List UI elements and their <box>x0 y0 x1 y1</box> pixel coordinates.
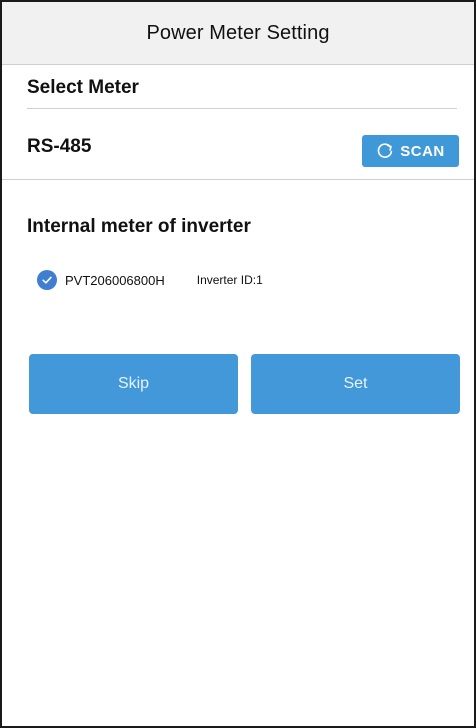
internal-meter-title: Internal meter of inverter <box>27 216 251 237</box>
checkmark-icon[interactable] <box>37 270 57 290</box>
set-button[interactable]: Set <box>251 354 460 414</box>
scan-button[interactable]: SCAN <box>362 135 459 167</box>
phone-screen: Power Meter Setting Select Meter RS-485 … <box>0 0 476 728</box>
meter-list-item[interactable]: PVT206006800H Inverter ID:1 <box>37 268 263 292</box>
skip-button[interactable]: Skip <box>29 354 238 414</box>
inverter-id: Inverter ID:1 <box>196 273 263 287</box>
scan-button-label: SCAN <box>400 142 445 160</box>
rs485-row: RS-485 SCAN <box>2 109 474 179</box>
page-title: Power Meter Setting <box>146 21 330 44</box>
rs485-label: RS-485 <box>27 136 92 157</box>
meter-serial: PVT206006800H <box>65 272 165 288</box>
action-buttons: Skip Set <box>29 354 460 414</box>
refresh-icon <box>376 142 394 160</box>
select-meter-label: Select Meter <box>27 77 139 98</box>
app-header: Power Meter Setting <box>2 2 474 65</box>
select-meter-section: Select Meter <box>2 65 474 108</box>
divider <box>2 179 474 180</box>
